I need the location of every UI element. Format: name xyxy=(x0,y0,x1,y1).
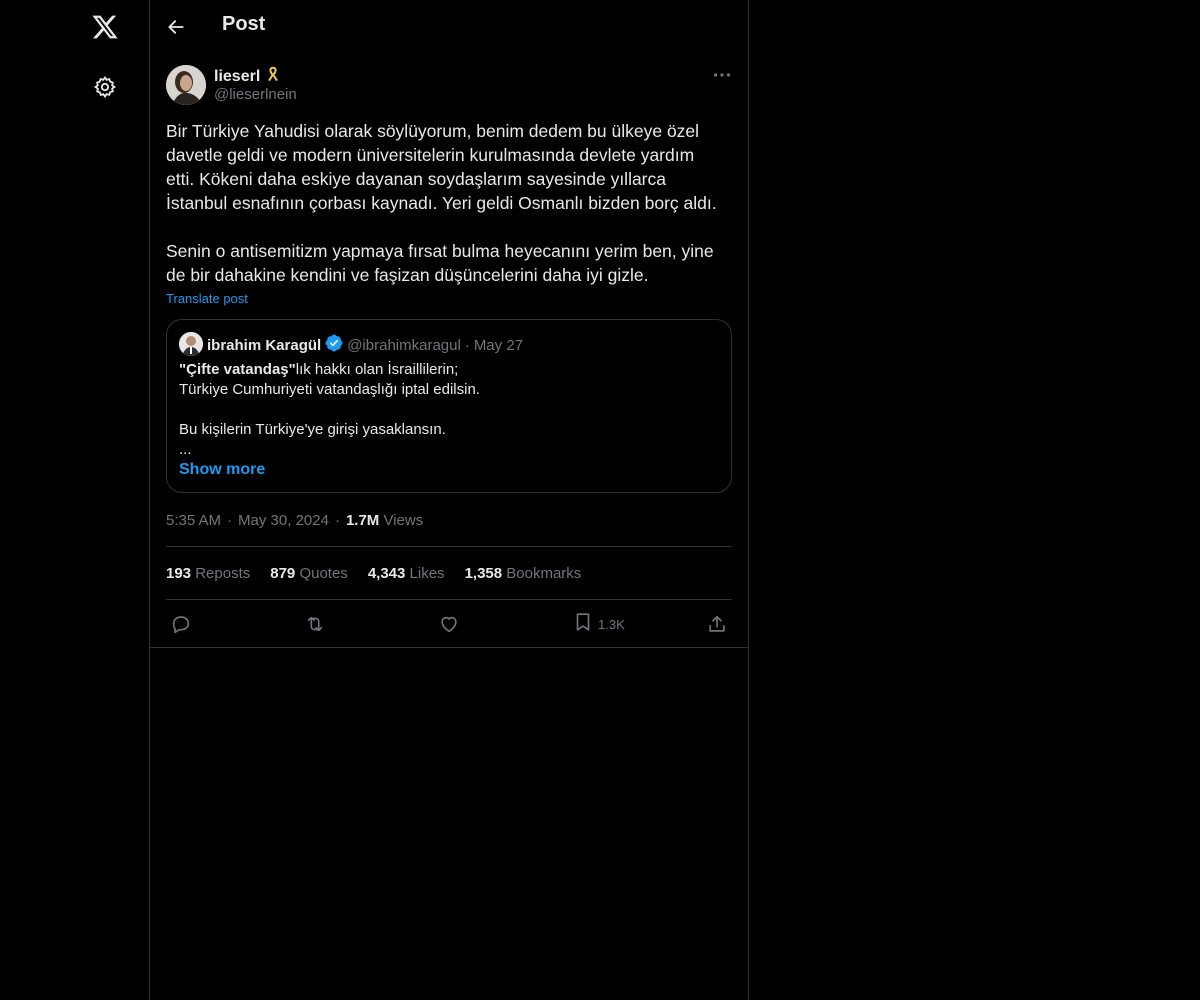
quoted-date: May 27 xyxy=(473,336,524,354)
verified-badge-icon xyxy=(325,334,343,356)
author-name-row: lieserl xyxy=(214,65,282,88)
author-avatar[interactable] xyxy=(166,65,206,105)
dot-separator: · xyxy=(227,512,233,529)
action-bar: 1.3K xyxy=(166,610,732,638)
dot-separator: · xyxy=(334,512,340,529)
quotes-stat[interactable]: 879 Quotes xyxy=(270,565,348,582)
back-arrow-icon[interactable] xyxy=(162,13,190,41)
post-text-line: Bir Türkiye Yahudisi olarak söylüyorum, … xyxy=(166,121,700,141)
post-text-line: etti. Kökeni daha eskiye dayanan soydaşl… xyxy=(166,169,666,189)
divider xyxy=(166,599,732,600)
left-rail xyxy=(0,0,150,1000)
like-heart-icon[interactable] xyxy=(438,610,460,638)
reposts-stat[interactable]: 193 Reposts xyxy=(166,565,250,582)
dot-separator: · xyxy=(464,336,470,354)
divider xyxy=(150,647,749,648)
post-text: Bir Türkiye Yahudisi olarak söylüyorum, … xyxy=(166,119,736,287)
show-more-link[interactable]: Show more xyxy=(179,461,265,479)
views-label: Views xyxy=(383,512,424,529)
post-text-line: davetle geldi ve modern üniversitelerin … xyxy=(166,145,695,165)
quoted-post-card[interactable]: ibrahim Karagül @ibrahimkaragul · May 27… xyxy=(166,319,732,493)
translate-post-link[interactable]: Translate post xyxy=(166,291,248,306)
post-metadata: 5:35 AM · May 30, 2024 · 1.7M Views xyxy=(166,512,423,529)
author-handle[interactable]: @lieserlnein xyxy=(214,86,297,103)
repost-icon[interactable] xyxy=(304,610,326,638)
post-text-line: İstanbul esnafının çorbası kaynadı. Yeri… xyxy=(166,193,717,213)
page-title: Post xyxy=(222,13,266,35)
more-options-icon[interactable] xyxy=(710,64,734,86)
quoted-handle: @ibrahimkaragul xyxy=(347,336,461,354)
quoted-text-line: Türkiye Cumhuriyeti vatandaşlığı iptal e… xyxy=(179,381,480,398)
post-text-line: de bir dahakine kendini ve faşizan düşün… xyxy=(166,265,649,285)
top-bar: Post xyxy=(150,0,749,54)
share-icon[interactable] xyxy=(706,610,728,638)
divider xyxy=(166,546,732,547)
quoted-header: ibrahim Karagül @ibrahimkaragul · May 27 xyxy=(207,334,523,356)
yellow-ribbon-icon xyxy=(264,65,282,88)
bookmark-count: 1.3K xyxy=(598,616,625,632)
engagement-stats: 193 Reposts 879 Quotes 4,343 Likes 1,358… xyxy=(166,565,581,582)
quoted-text: "Çifte vatandaş"lık hakkı olan İsraillil… xyxy=(179,360,719,460)
post-date[interactable]: May 30, 2024 xyxy=(238,512,329,529)
post-time[interactable]: 5:35 AM xyxy=(166,512,221,529)
reply-icon[interactable] xyxy=(170,610,192,638)
x-logo-icon[interactable] xyxy=(89,11,121,43)
quoted-text-bold: "Çifte vatandaş" xyxy=(179,361,296,378)
bookmarks-stat[interactable]: 1,358 Bookmarks xyxy=(465,565,582,582)
settings-gear-icon[interactable] xyxy=(91,73,119,101)
quoted-text-ellipsis: ... xyxy=(179,441,192,458)
bookmark-icon xyxy=(572,611,594,638)
views-count: 1.7M xyxy=(345,512,380,529)
quoted-author-avatar xyxy=(179,332,203,356)
post-detail-column: Post lieserl @lieserlnein Bir Türkiye Ya… xyxy=(150,0,749,1000)
likes-stat[interactable]: 4,343 Likes xyxy=(368,565,445,582)
bookmark-button[interactable]: 1.3K xyxy=(572,610,625,638)
quoted-text-rest: lık hakkı olan İsraillilerin; xyxy=(295,361,459,378)
post-text-line: Senin o antisemitizm yapmaya fırsat bulm… xyxy=(166,241,714,261)
quoted-text-line: Bu kişilerin Türkiye'ye girişi yasaklans… xyxy=(179,421,446,438)
author-display-name[interactable]: lieserl xyxy=(214,68,260,86)
quoted-display-name: ibrahim Karagül xyxy=(207,336,322,354)
